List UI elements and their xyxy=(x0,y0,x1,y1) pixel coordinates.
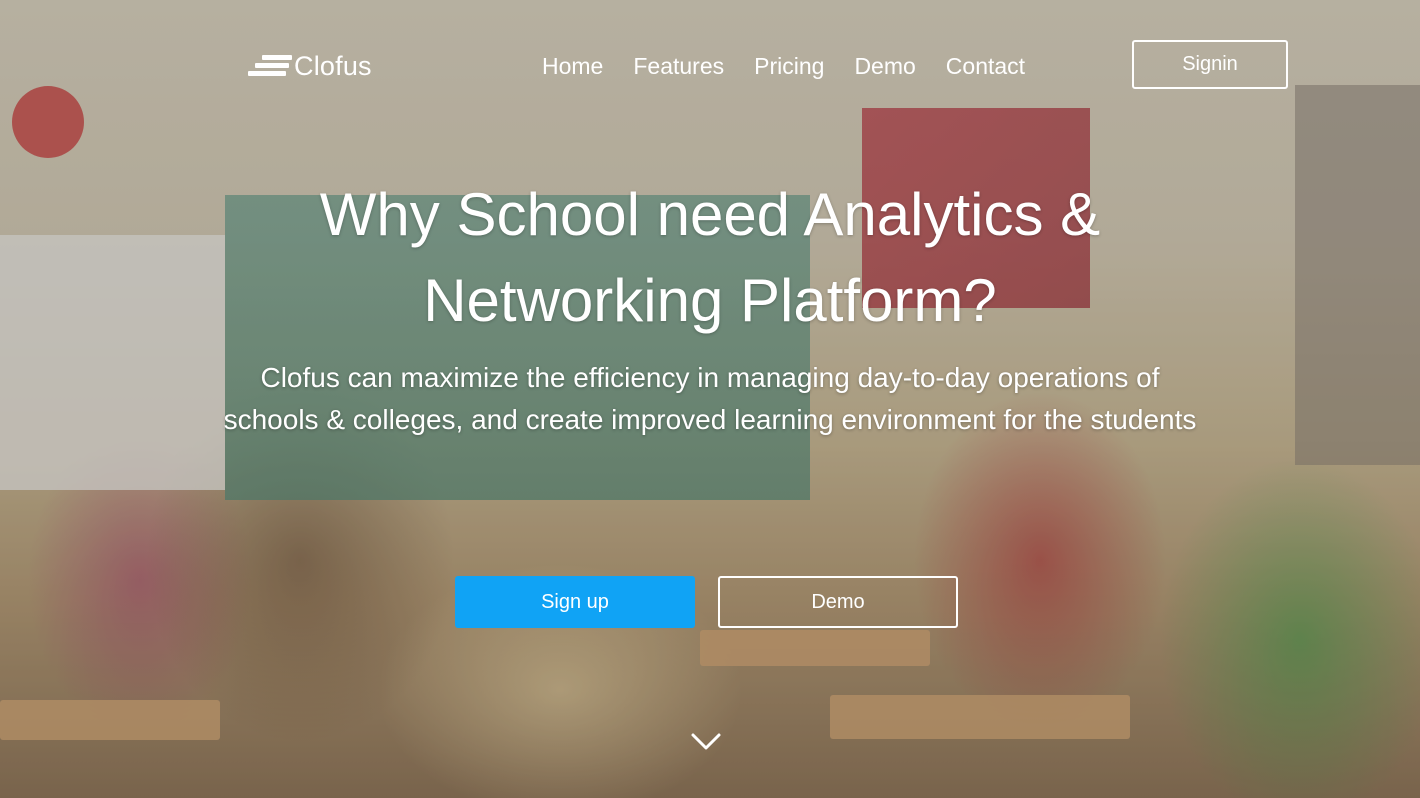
menu-item-demo[interactable]: Demo xyxy=(839,48,930,84)
logo-text: Clofus xyxy=(294,50,372,81)
menu-item-features[interactable]: Features xyxy=(618,48,739,84)
signup-button[interactable]: Sign up xyxy=(455,576,695,628)
menu-item-pricing[interactable]: Pricing xyxy=(739,48,839,84)
demo-button[interactable]: Demo xyxy=(718,576,958,628)
main-menu: Home Features Pricing Demo Contact xyxy=(527,48,1040,84)
menu-item-home[interactable]: Home xyxy=(527,48,618,84)
signin-button[interactable]: Signin xyxy=(1132,40,1288,89)
hero-title-line-1: Why School need Analytics & xyxy=(319,181,1101,248)
top-navbar: Clofus Home Features Pricing Demo Contac… xyxy=(0,0,1420,130)
hero-subtitle: Clofus can maximize the efficiency in ma… xyxy=(223,362,1197,435)
menu-item-contact[interactable]: Contact xyxy=(931,48,1040,84)
hero-title-line-2: Networking Platform? xyxy=(423,267,997,334)
logo-icon xyxy=(248,53,292,79)
hero-title: Why School need Analytics & Networking P… xyxy=(210,172,1210,344)
hero-section: Clofus Home Features Pricing Demo Contac… xyxy=(0,0,1420,798)
logo-link[interactable]: Clofus xyxy=(248,50,372,82)
chevron-down-icon[interactable] xyxy=(690,728,722,756)
